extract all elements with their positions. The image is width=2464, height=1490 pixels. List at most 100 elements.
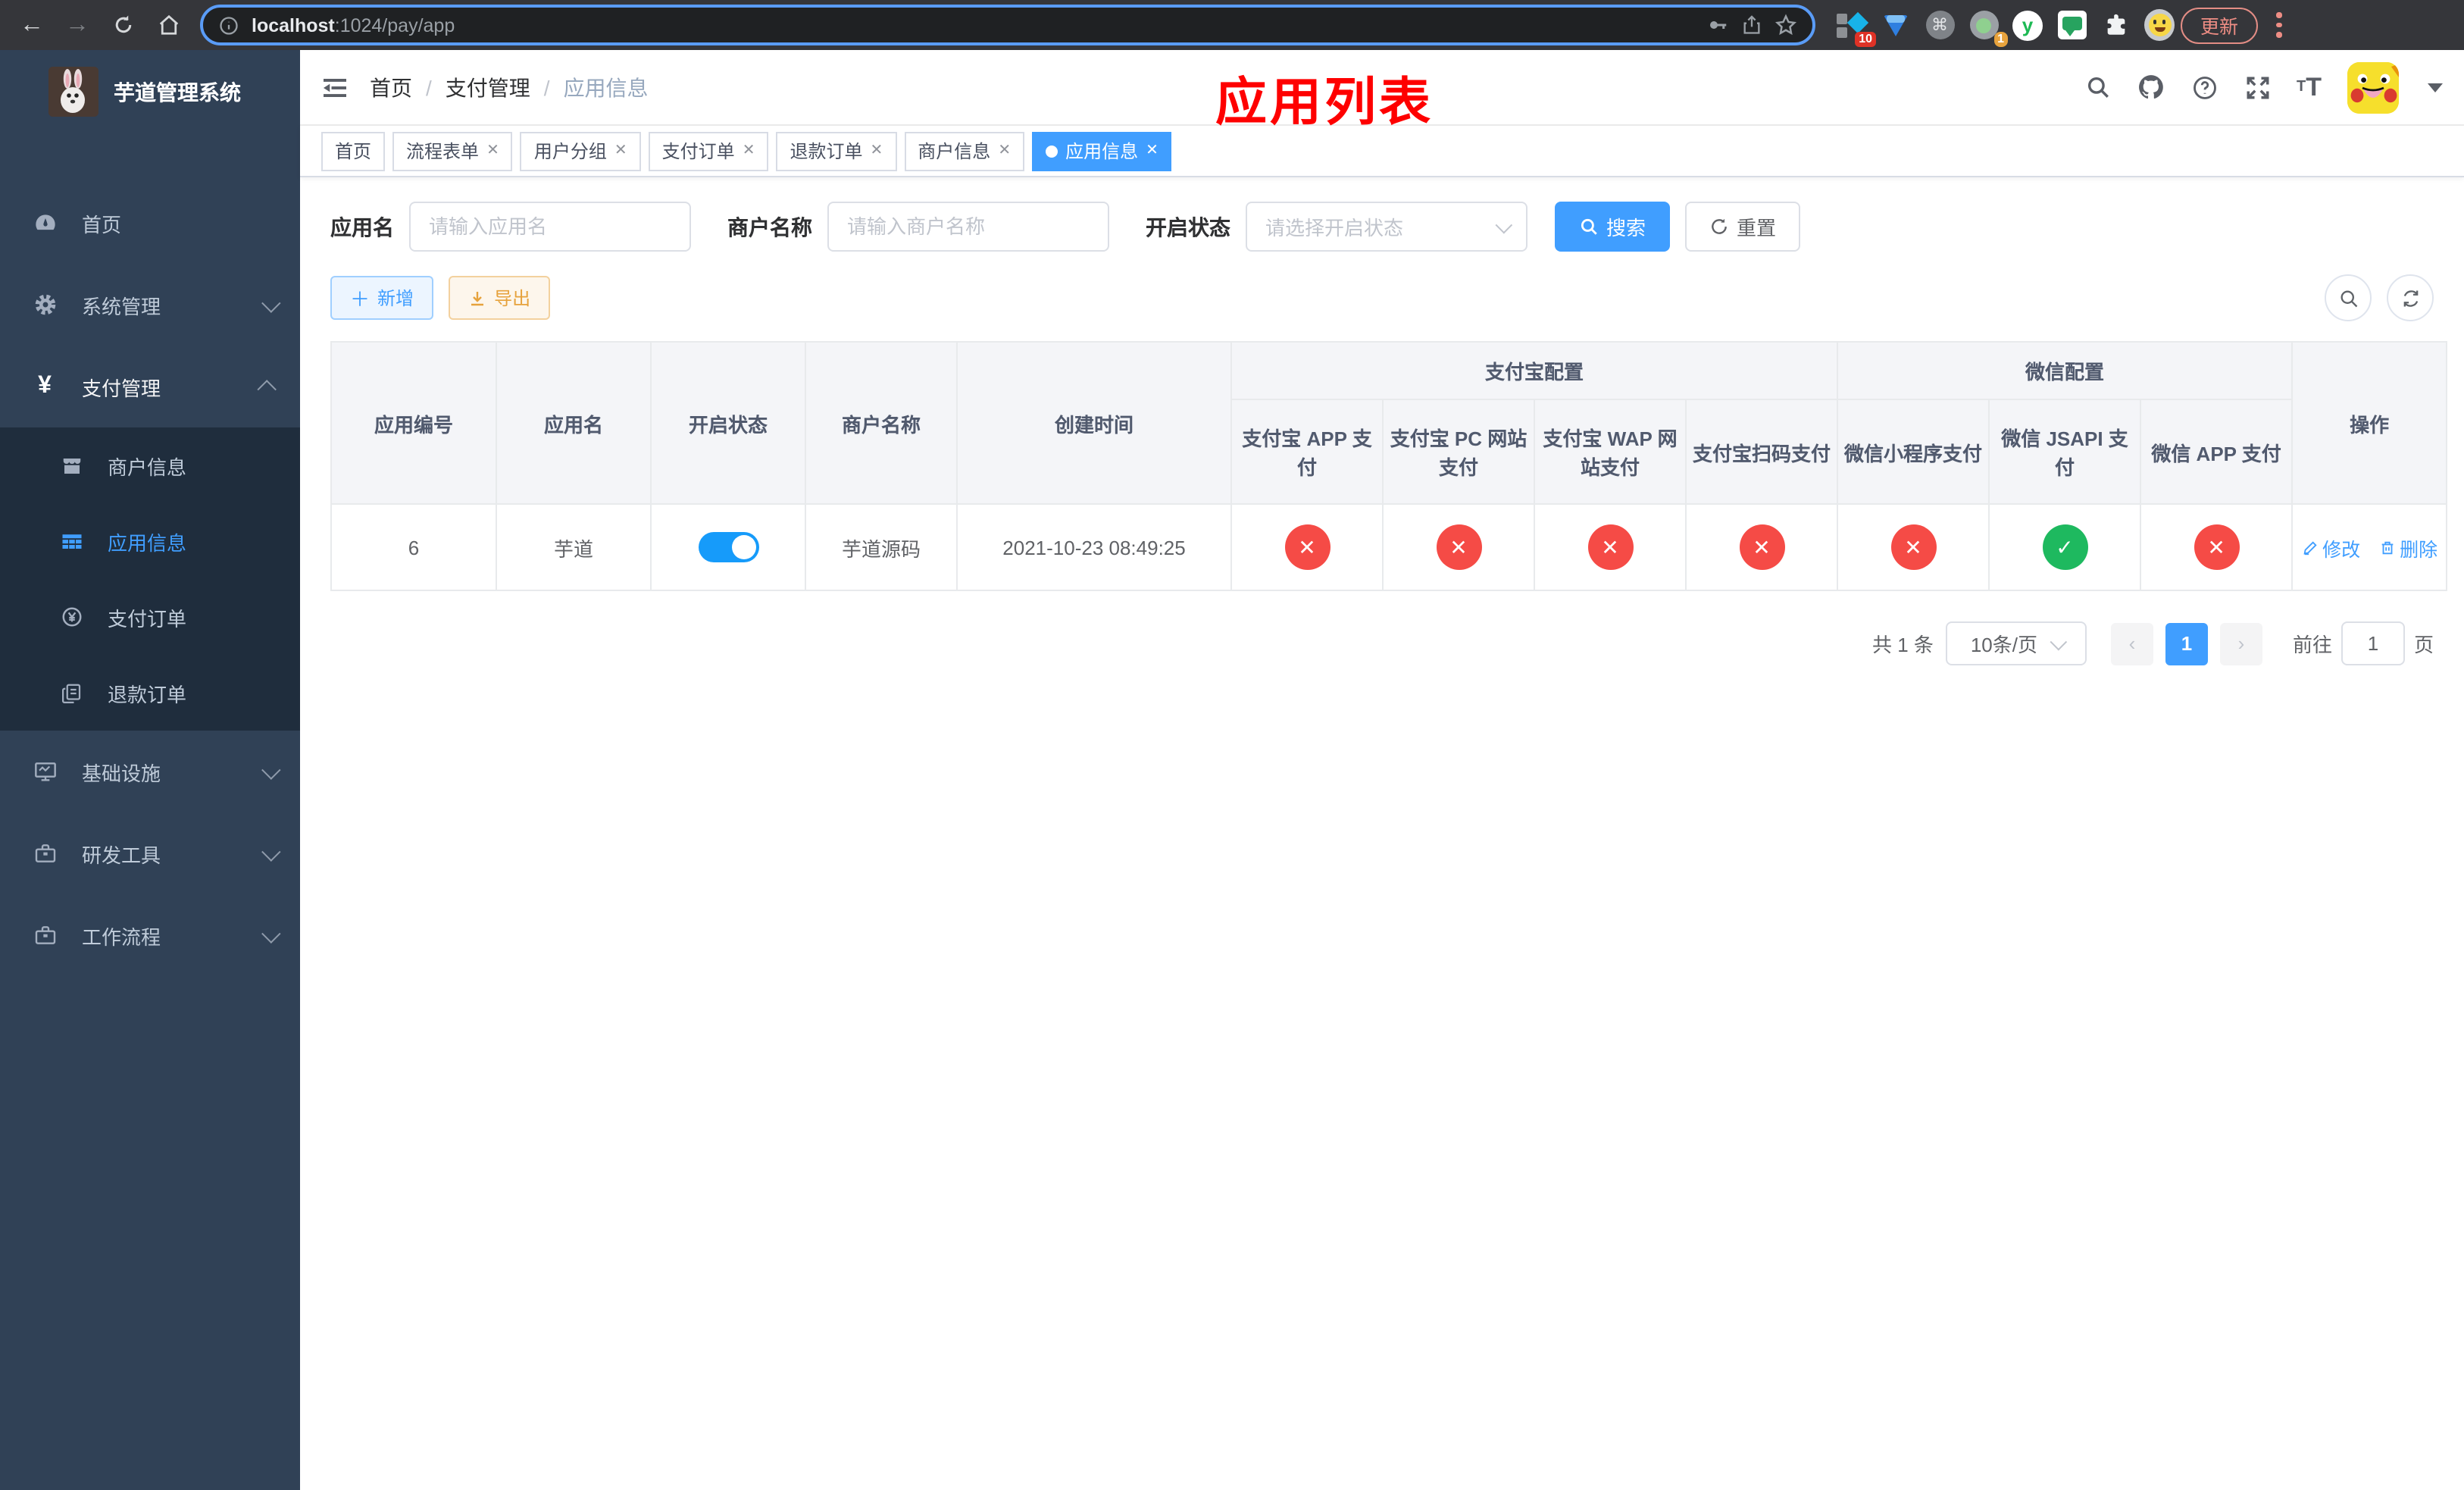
group-wechat: 微信配置 — [1837, 341, 2294, 400]
back-icon[interactable]: ← — [12, 5, 52, 45]
close-icon[interactable]: ✕ — [614, 142, 627, 159]
sidebar-item-system[interactable]: 系统管理 — [0, 264, 300, 346]
next-page-button[interactable]: › — [2219, 622, 2262, 665]
col-app-name: 应用名 — [496, 341, 652, 505]
sidebar-item-pay-orders[interactable]: 支付订单 — [0, 579, 300, 655]
address-bar[interactable]: localhost:1024/pay/app — [200, 5, 1815, 45]
edit-button[interactable]: 修改 — [2301, 533, 2360, 562]
annotation-title: 应用列表 — [1215, 74, 1434, 132]
chevron-down-icon — [261, 841, 281, 861]
help-icon[interactable] — [2190, 74, 2218, 101]
browser-menu-icon[interactable] — [2276, 12, 2282, 38]
ext-command-icon[interactable]: ⌘ — [1925, 10, 1955, 40]
reload-icon[interactable] — [103, 5, 142, 45]
bookmark-star-icon[interactable] — [1775, 14, 1797, 36]
hamburger-icon[interactable] — [321, 74, 349, 101]
tag-home[interactable]: 首页 — [321, 131, 386, 171]
coin-yen-icon — [61, 605, 83, 629]
tag-process-form[interactable]: 流程表单 ✕ — [392, 131, 513, 171]
status-label: 开启状态 — [1146, 214, 1230, 239]
sidebar-item-dev-tools[interactable]: 研发工具 — [0, 812, 300, 894]
sidebar-item-payment[interactable]: ¥ 支付管理 — [0, 346, 300, 427]
fullscreen-icon[interactable] — [2244, 74, 2271, 101]
user-avatar[interactable] — [2347, 61, 2399, 113]
export-button[interactable]: 导出 — [449, 276, 551, 320]
font-size-icon[interactable]: TT — [2297, 72, 2322, 102]
alipay-scan-status-icon: ✕ — [1739, 524, 1784, 570]
extensions-area: 10 ⌘ 1 y — [1837, 9, 2175, 46]
home-icon[interactable] — [149, 5, 188, 45]
close-icon[interactable]: ✕ — [743, 142, 755, 159]
breadcrumb-payment[interactable]: 支付管理 — [446, 72, 530, 102]
sidebar-item-app-info[interactable]: 应用信息 — [0, 503, 300, 579]
sidebar-item-refund-orders[interactable]: 退款订单 — [0, 655, 300, 731]
chevron-down-icon — [261, 923, 281, 943]
close-icon[interactable]: ✕ — [998, 142, 1011, 159]
active-dot — [1046, 145, 1058, 157]
cell-app-name: 芋道 — [496, 503, 652, 591]
wx-jsapi-status-icon: ✓ — [2042, 524, 2088, 570]
sidebar-item-merchant-info[interactable]: 商户信息 — [0, 427, 300, 503]
app-name-input[interactable] — [409, 202, 691, 252]
toolbar: ＋ 新增 导出 — [330, 274, 2434, 321]
page-size-select[interactable]: 10条/页 — [1945, 621, 2087, 665]
table-row: 6 芋道 芋道源码 2021-10-23 08:49:25 ✕ ✕ ✕ ✕ ✕ … — [330, 503, 2448, 591]
goto-label: 前往 — [2292, 634, 2332, 656]
forward-icon[interactable]: → — [58, 5, 97, 45]
breadcrumb-home[interactable]: 首页 — [370, 72, 412, 102]
app-table: 应用编号 应用名 开启状态 商户名称 创建时间 支付宝配置 微信配置 操作 支付… — [330, 341, 2448, 591]
github-icon[interactable] — [2136, 73, 2165, 102]
wx-app-status-icon: ✕ — [2194, 524, 2240, 570]
col-ops: 操作 — [2291, 341, 2448, 505]
delete-button[interactable]: 删除 — [2378, 533, 2437, 562]
ext-y-icon[interactable]: y — [2012, 10, 2043, 40]
goto-page-input[interactable] — [2340, 621, 2405, 665]
ext-recorder-icon[interactable]: 1 — [1968, 10, 2008, 46]
toggle-search-button[interactable] — [2325, 274, 2372, 321]
status-select[interactable]: 请选择开启状态 — [1246, 202, 1527, 252]
close-icon[interactable]: ✕ — [1146, 142, 1159, 159]
group-alipay: 支付宝配置 — [1230, 341, 1839, 400]
chrome-update-button[interactable]: 更新 — [2181, 7, 2259, 43]
merchant-name-input[interactable] — [827, 202, 1109, 252]
col-wx-jsapi: 微信 JSAPI 支付 — [1988, 399, 2142, 505]
reset-button[interactable]: 重置 — [1685, 202, 1801, 252]
caret-down-icon[interactable] — [2428, 83, 2443, 92]
toolbox-icon — [32, 923, 58, 947]
sidebar-item-infrastructure[interactable]: 基础设施 — [0, 731, 300, 812]
sidebar-item-workflow[interactable]: 工作流程 — [0, 894, 300, 976]
sidebar-logo[interactable]: 芋道管理系统 — [0, 50, 300, 133]
share-icon[interactable] — [1741, 14, 1762, 36]
add-button[interactable]: ＋ 新增 — [330, 276, 434, 320]
ext-gem-icon[interactable] — [1881, 10, 1911, 40]
close-icon[interactable]: ✕ — [871, 142, 883, 159]
search-button[interactable]: 搜索 — [1555, 202, 1671, 252]
alipay-app-status-icon: ✕ — [1284, 524, 1330, 570]
key-icon[interactable] — [1706, 14, 1729, 36]
tag-refund-orders[interactable]: 退款订单 ✕ — [776, 131, 897, 171]
sidebar: 芋道管理系统 首页 系统管理 ¥ 支付管理 商户信息 应用信息 支付订单 退款订… — [0, 50, 300, 1490]
total-count: 共 1 条 — [1872, 634, 1934, 656]
close-icon[interactable]: ✕ — [486, 142, 499, 159]
extensions-puzzle-icon[interactable] — [2100, 10, 2131, 40]
col-alipay-scan: 支付宝扫码支付 — [1684, 399, 1839, 505]
sidebar-item-home[interactable]: 首页 — [0, 182, 300, 264]
dashboard-icon — [32, 211, 58, 235]
tag-merchant-info[interactable]: 商户信息 ✕ — [904, 131, 1025, 171]
browser-profile-avatar[interactable] — [2144, 9, 2175, 41]
tag-user-group[interactable]: 用户分组 ✕ — [520, 131, 641, 171]
ext-blocks-icon[interactable]: 10 — [1837, 10, 1876, 46]
logo-avatar — [48, 67, 98, 117]
url-text[interactable]: localhost:1024/pay/app — [252, 14, 1694, 36]
tag-app-info[interactable]: 应用信息 ✕ — [1032, 131, 1172, 171]
ext-chat-icon[interactable] — [2056, 10, 2087, 40]
site-info-icon[interactable] — [218, 14, 239, 36]
search-icon[interactable] — [2084, 74, 2110, 100]
page-1-button[interactable]: 1 — [2165, 622, 2208, 665]
refresh-button[interactable] — [2387, 274, 2434, 321]
prev-page-button[interactable]: ‹ — [2110, 622, 2153, 665]
cell-app-id: 6 — [330, 503, 497, 591]
tag-pay-orders[interactable]: 支付订单 ✕ — [648, 131, 769, 171]
status-toggle[interactable] — [698, 532, 758, 562]
goto-suffix: 页 — [2413, 634, 2434, 656]
